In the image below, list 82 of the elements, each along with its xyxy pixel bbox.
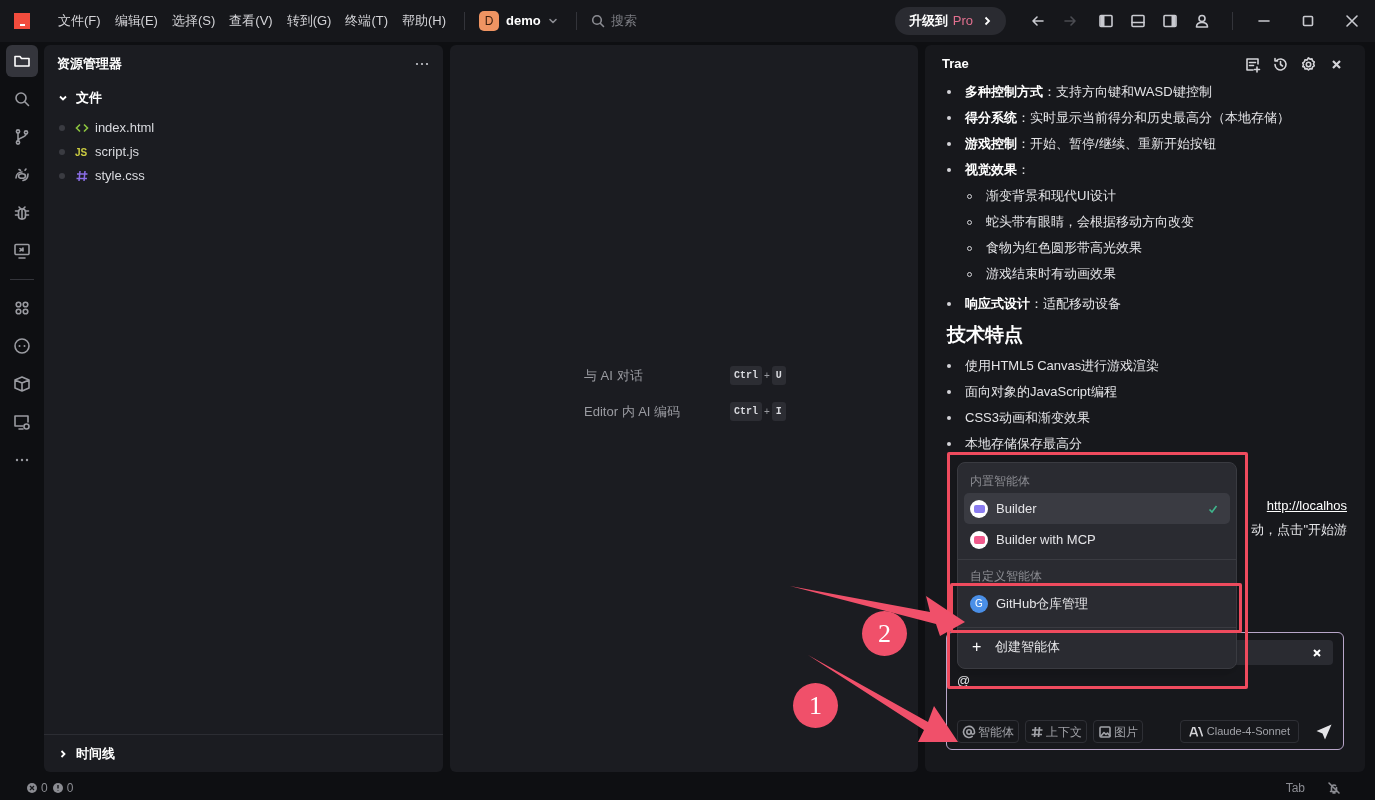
image-chip[interactable]: 图片 bbox=[1093, 720, 1143, 743]
bell-off-icon[interactable] bbox=[1327, 780, 1341, 795]
maximize-icon[interactable] bbox=[1301, 14, 1315, 28]
hash-icon bbox=[75, 169, 89, 183]
upgrade-button[interactable]: 升级到 Pro bbox=[894, 7, 1006, 35]
key-cap: Ctrl bbox=[730, 366, 762, 385]
menu-item[interactable]: 查看(V) bbox=[223, 8, 279, 34]
check-icon bbox=[1208, 503, 1218, 514]
agent-menu-item[interactable]: Builder with MCP bbox=[964, 524, 1230, 555]
menu-item[interactable]: 转到(G) bbox=[280, 8, 338, 34]
settings-icon[interactable] bbox=[1300, 55, 1317, 73]
image-icon bbox=[1098, 724, 1112, 739]
app-logo bbox=[14, 13, 30, 29]
list-item-text: 蛇头带有眼睛，会根据移动方向改变 bbox=[986, 213, 1194, 232]
panel-title: 资源管理器 bbox=[57, 55, 122, 74]
send-icon[interactable] bbox=[1315, 722, 1333, 741]
error-icon bbox=[26, 781, 38, 794]
hash-icon bbox=[1030, 724, 1044, 739]
file-name[interactable]: index.html bbox=[95, 118, 155, 138]
panel-title: Trae bbox=[942, 55, 969, 74]
list-item-text: 食物为红色圆形带高光效果 bbox=[986, 239, 1142, 258]
list-item-text: CSS3动画和渐变效果 bbox=[965, 409, 1090, 428]
folder-section-header[interactable]: 文件 bbox=[44, 85, 443, 111]
project-avatar: D bbox=[479, 11, 500, 31]
list-item-text: 得分系统：实时显示当前得分和历史最高分（本地存储） bbox=[965, 109, 1290, 128]
menu-section-label: 自定义智能体 bbox=[969, 568, 1043, 585]
paragraph-text: 动，点击"开始游 bbox=[1251, 521, 1347, 540]
menu-item[interactable]: 选择(S) bbox=[165, 8, 222, 34]
menu-item[interactable]: 终端(T) bbox=[339, 8, 395, 34]
list-item-text: 响应式设计：适配移动设备 bbox=[965, 295, 1121, 314]
search-icon bbox=[590, 14, 605, 28]
mode-label[interactable]: Tab bbox=[1285, 778, 1305, 797]
menu-item[interactable]: 编辑(E) bbox=[108, 8, 164, 34]
list-item-text: 游戏结束时有动画效果 bbox=[986, 265, 1116, 284]
key-cap: U bbox=[771, 366, 786, 385]
list-item-text: 面向对象的JavaScript编程 bbox=[965, 383, 1117, 402]
project-switcher[interactable]: D demo bbox=[475, 7, 562, 35]
project-name: demo bbox=[506, 12, 541, 31]
list-item-text: 多种控制方式：支持方向键和WASD键控制 bbox=[965, 83, 1212, 102]
at-sign-icon bbox=[962, 724, 976, 739]
shortcut-label: Editor 内 AI 编码 bbox=[584, 402, 682, 421]
list-item-text: 使用HTML5 Canvas进行游戏渲染 bbox=[965, 357, 1160, 376]
agent-menu-item[interactable]: G GitHub仓库管理 bbox=[964, 588, 1230, 619]
close-icon[interactable] bbox=[1345, 14, 1359, 28]
timeline-section-header[interactable]: 时间线 bbox=[44, 743, 129, 764]
section-heading: 技术特点 bbox=[947, 323, 1024, 347]
list-item-text: 渐变背景和现代UI设计 bbox=[986, 187, 1116, 206]
history-icon[interactable] bbox=[1272, 55, 1289, 73]
shortcut-label: 与 AI 对话 bbox=[584, 366, 644, 385]
file-name[interactable]: style.css bbox=[95, 166, 145, 186]
agent-avatar: G bbox=[970, 594, 988, 613]
plus-sign: + bbox=[764, 369, 770, 383]
agent-avatar bbox=[970, 499, 988, 518]
model-selector[interactable]: Claude-4-Sonnet bbox=[1179, 720, 1299, 743]
folder-icon[interactable] bbox=[6, 45, 38, 77]
chevron-down-icon bbox=[547, 16, 558, 26]
agent-menu-item[interactable]: Builder bbox=[964, 493, 1230, 524]
file-name[interactable]: script.js bbox=[95, 142, 140, 162]
search-field[interactable]: 搜索 bbox=[610, 11, 811, 31]
plus-sign: + bbox=[764, 405, 770, 419]
error-count: 0 bbox=[41, 779, 48, 797]
warning-count: 0 bbox=[66, 779, 74, 797]
at-chip[interactable]: 智能体 bbox=[957, 720, 1019, 743]
file-type-label: JS bbox=[75, 145, 89, 160]
close-icon[interactable] bbox=[1311, 646, 1323, 659]
menu-item[interactable]: 帮助(H) bbox=[396, 8, 453, 34]
agent-avatar bbox=[970, 530, 988, 549]
list-item-text: 本地存储保存最高分 bbox=[965, 435, 1082, 454]
link[interactable]: http://localhos bbox=[1266, 496, 1347, 516]
key-cap: I bbox=[771, 402, 786, 421]
key-cap: Ctrl bbox=[730, 402, 762, 421]
menu-item[interactable]: 文件(F) bbox=[52, 8, 107, 34]
warning-icon bbox=[51, 781, 64, 794]
new-chat-icon[interactable] bbox=[1244, 55, 1261, 73]
code-icon bbox=[75, 121, 89, 135]
hash-chip[interactable]: 上下文 bbox=[1025, 720, 1087, 743]
list-item-text: 游戏控制：开始、暂停/继续、重新开始按钮 bbox=[965, 135, 1216, 154]
list-item-text: 视觉效果： bbox=[965, 161, 1030, 180]
model-logo-icon bbox=[1188, 726, 1203, 737]
chevron-right-icon bbox=[982, 16, 992, 26]
create-agent-button[interactable]: + 创建智能体 bbox=[964, 632, 1230, 662]
menu-section-label: 内置智能体 bbox=[969, 473, 1031, 490]
